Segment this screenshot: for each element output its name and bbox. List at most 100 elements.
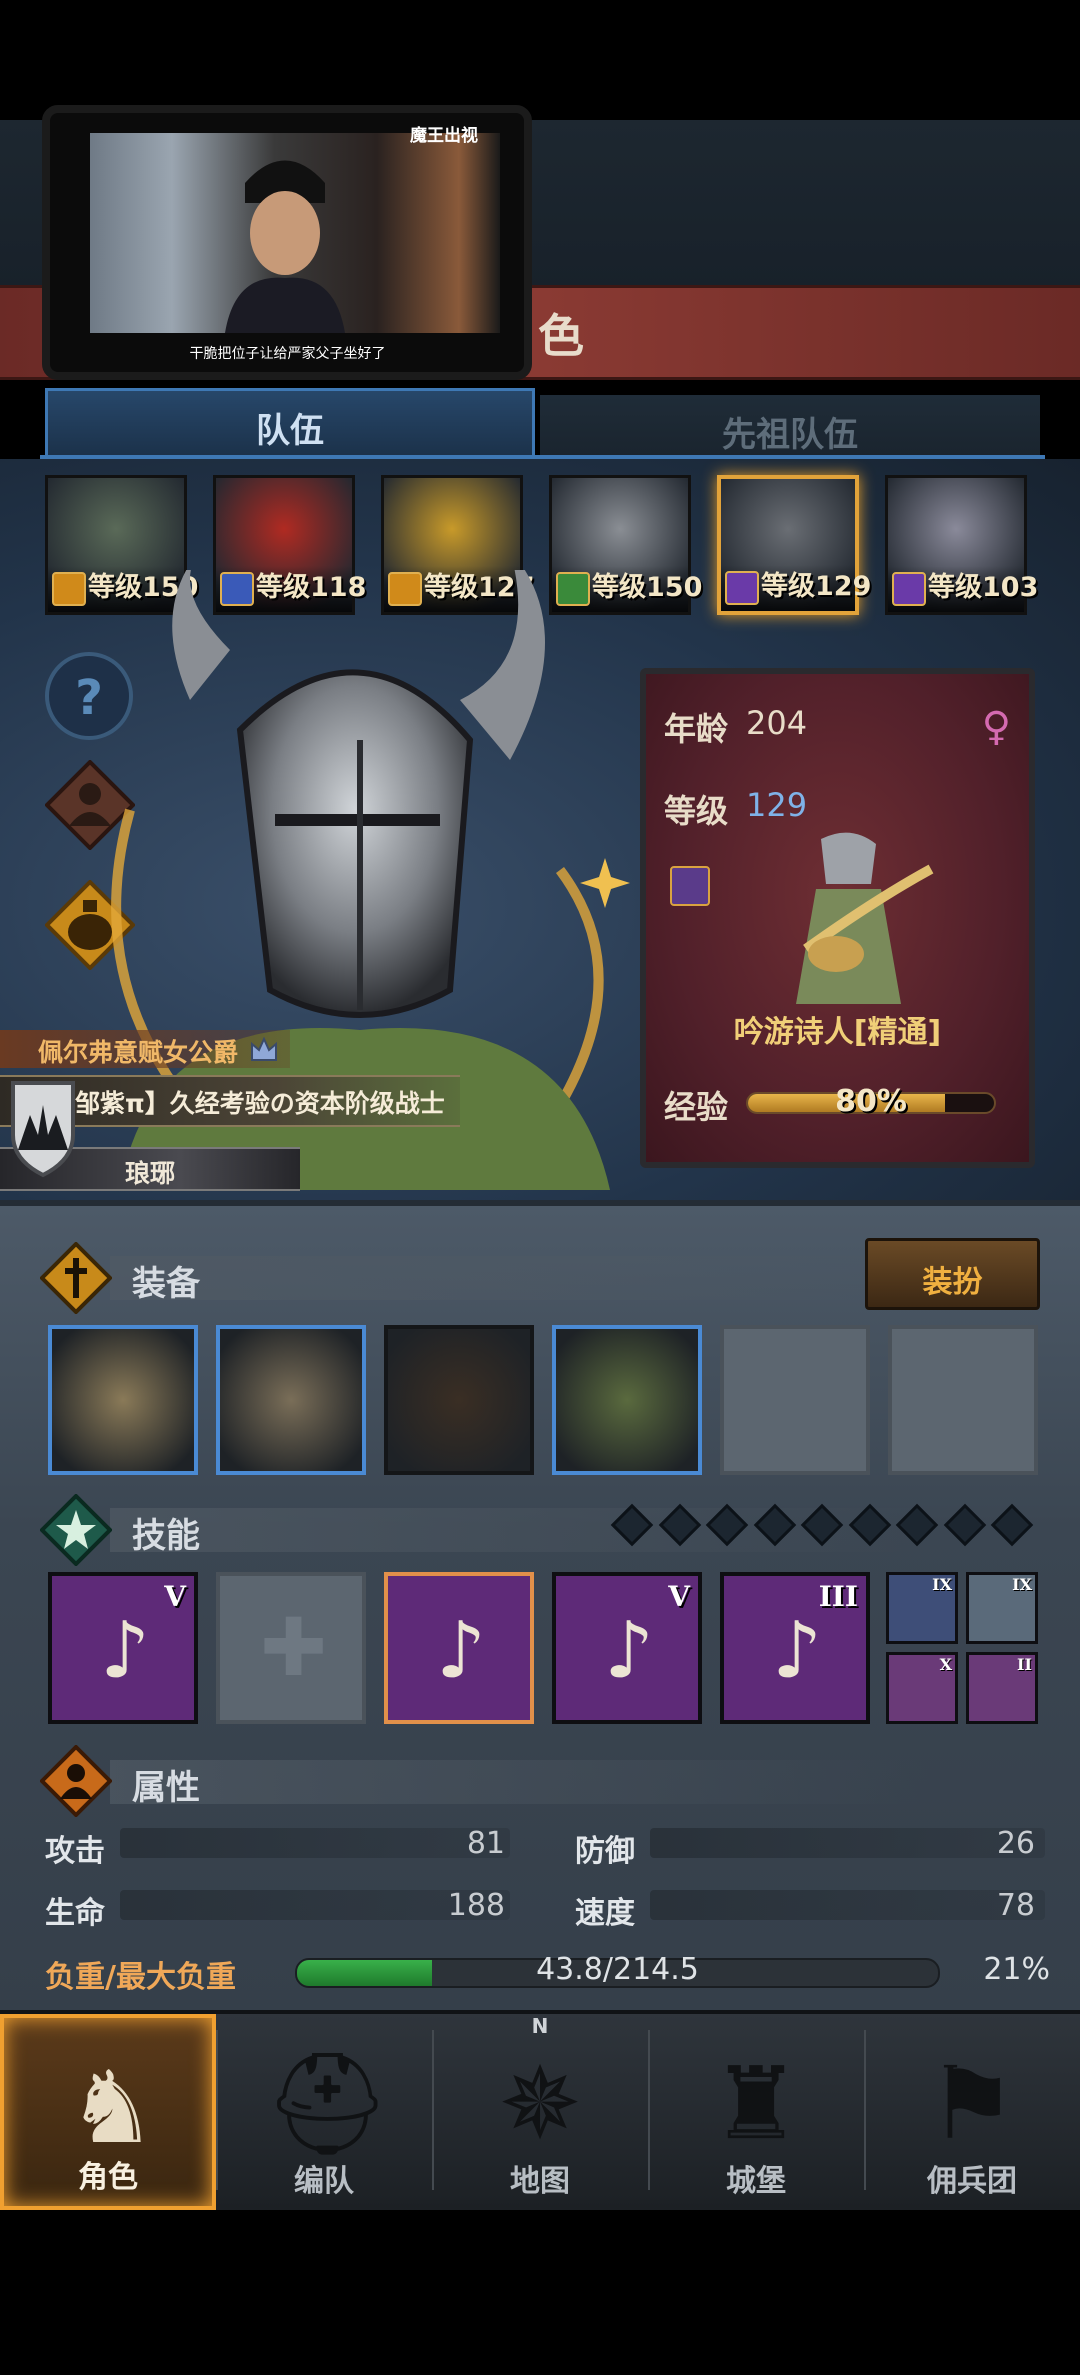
nav-helmet[interactable]: ⛑ 编队 — [216, 2014, 432, 2210]
party-member-5[interactable]: 等级129 — [717, 475, 871, 615]
crown-icon — [251, 1036, 277, 1061]
health-value: 188 — [447, 1888, 505, 1923]
empty-skill-cross-icon: ✚ — [260, 1601, 328, 1694]
passive-skill-3[interactable]: X — [886, 1652, 958, 1724]
video-overlay[interactable]: 魔王出视 干脆把位子让给严家父子坐好了 — [42, 105, 532, 380]
load-value: 43.8/214.5 — [536, 1952, 699, 1987]
skill-slot-5[interactable]: ♪ III — [720, 1572, 870, 1724]
level-value: 129 — [746, 786, 808, 824]
nav-label: 角色 — [78, 2160, 138, 2195]
nav-compass[interactable]: ✵ 地图 N — [432, 2014, 648, 2210]
music-note-icon: ♪ — [772, 1606, 822, 1696]
attack-label: 攻击 — [45, 1834, 105, 1869]
skill-rank: III — [818, 1580, 858, 1613]
equipment-title: 装备 — [132, 1264, 200, 1304]
dress-up-button[interactable]: 装扮 — [865, 1238, 1040, 1310]
banner-icon: ⚑ — [927, 2045, 1017, 2162]
nav-castle[interactable]: ♜ 城堡 — [648, 2014, 864, 2210]
speed-value: 78 — [996, 1888, 1035, 1923]
nav-divider — [864, 2030, 866, 2190]
passive-skill-2[interactable]: IX — [966, 1572, 1038, 1644]
armor-slot[interactable] — [552, 1325, 702, 1475]
nav-label: 佣兵团 — [927, 2164, 1017, 2199]
tab-ancestor-team[interactable]: 先祖队伍 — [540, 395, 1040, 458]
nav-banner[interactable]: ⚑ 佣兵团 — [864, 2014, 1080, 2210]
attributes-band — [110, 1760, 930, 1804]
passive-skill-rank: II — [1017, 1655, 1032, 1674]
star-skill-icon — [40, 1494, 112, 1566]
nav-label: 地图 — [510, 2164, 570, 2199]
skill-slot-1[interactable]: ♪ V — [48, 1572, 198, 1724]
dagger-icon — [40, 1242, 112, 1314]
weapon-slot-1[interactable] — [48, 1325, 198, 1475]
health-label: 生命 — [45, 1896, 105, 1931]
attack-value: 81 — [466, 1826, 505, 1861]
exp-percent: 80% — [835, 1084, 907, 1119]
hero-name: 【邹紫π】久经考验の资本阶级战士 — [50, 1089, 445, 1118]
music-note-icon: ♪ — [436, 1606, 486, 1696]
passive-skill-1[interactable]: IX — [886, 1572, 958, 1644]
bard-class-icon[interactable] — [670, 866, 710, 906]
knight-icon: ♞ — [67, 2049, 157, 2166]
compass-icon: ✵ — [498, 2045, 582, 2162]
sparkle-icon — [580, 858, 630, 908]
nav-label: 编队 — [294, 2164, 354, 2199]
music-note-icon: ♪ — [604, 1606, 654, 1696]
skills-title: 技能 — [132, 1516, 200, 1556]
skill-rank: V — [164, 1580, 186, 1613]
attributes-title: 属性 — [132, 1768, 200, 1808]
video-caption: 干脆把位子让给严家父子坐好了 — [189, 346, 386, 362]
nav-divider — [432, 2030, 434, 2190]
defense-label: 防御 — [575, 1834, 635, 1869]
skill-slot-4[interactable]: ♪ V — [552, 1572, 702, 1724]
skill-rank: V — [668, 1580, 690, 1613]
attribute-icon — [40, 1745, 112, 1817]
defense-value: 26 — [996, 1826, 1035, 1861]
music-note-icon: ♪ — [100, 1606, 150, 1696]
video-logo: 魔王出视 — [410, 126, 478, 146]
passive-skill-4[interactable]: II — [966, 1652, 1038, 1724]
nav-knight[interactable]: ♞ 角色 — [0, 2014, 216, 2210]
exp-label: 经验 — [664, 1088, 729, 1126]
helmet-slot[interactable] — [384, 1325, 534, 1475]
party-level: 等级129 — [761, 571, 872, 602]
ring-slot[interactable] — [888, 1325, 1038, 1475]
load-label: 负重/最大负重 — [45, 1960, 236, 1995]
female-gender-icon: ♀ — [981, 704, 1011, 750]
video-person — [225, 160, 345, 333]
skill-slot-3[interactable]: ♪ — [384, 1572, 534, 1724]
hero-title: 佩尔弗意赋女公爵 — [38, 1038, 239, 1067]
class-name: 吟游诗人[精通] — [733, 1015, 942, 1050]
speed-label: 速度 — [575, 1896, 635, 1931]
party-member-6[interactable]: 等级103 — [885, 475, 1038, 615]
staff-class-icon — [892, 572, 926, 606]
party-level: 等级103 — [928, 572, 1039, 603]
dress-up-label: 装扮 — [922, 1265, 983, 1300]
load-percent: 21% — [983, 1952, 1050, 1987]
hero-info-panel: 年龄 204 ♀ 等级 129 吟游诗人[精通] 经验 80% — [640, 668, 1035, 1168]
skill-slot-2[interactable]: ✚ — [216, 1572, 366, 1724]
tab-team[interactable]: 队伍 — [45, 388, 535, 458]
nav-divider — [216, 2030, 218, 2190]
tab-team-label: 队伍 — [256, 411, 324, 451]
equipment-band — [110, 1256, 930, 1300]
clan-shield-icon — [11, 1081, 75, 1178]
tab-ancestor-label: 先祖队伍 — [722, 415, 858, 455]
compass-north-mark: N — [531, 2014, 549, 2038]
level-label: 等级 — [664, 792, 729, 830]
passive-skill-rank: X — [939, 1655, 952, 1674]
nav-divider — [648, 2030, 650, 2190]
passive-skill-rank: IX — [932, 1575, 952, 1594]
age-label: 年龄 — [664, 710, 729, 748]
helmet-icon: ⛑ — [264, 2045, 391, 2162]
staff-class-icon — [725, 571, 759, 605]
passive-skill-rank: IX — [1012, 1575, 1032, 1594]
nav-label: 城堡 — [726, 2164, 786, 2199]
bard-figure — [796, 832, 934, 1004]
boots-slot[interactable] — [720, 1325, 870, 1475]
age-value: 204 — [746, 704, 808, 742]
bottom-safe-area — [0, 2210, 1080, 2375]
castle-icon: ♜ — [711, 2045, 801, 2162]
weapon-slot-2[interactable] — [216, 1325, 366, 1475]
shield-class-icon — [52, 572, 86, 606]
